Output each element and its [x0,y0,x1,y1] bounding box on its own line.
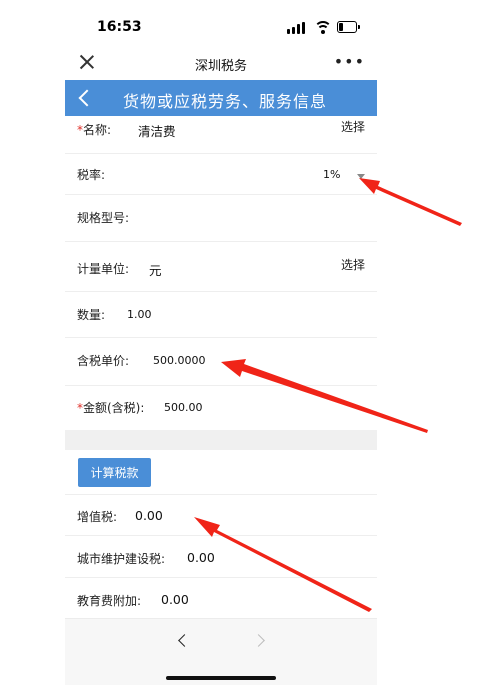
status-time: 16:53 [97,19,142,35]
nav-back-icon[interactable] [173,631,193,651]
city-tax-label: 城市维护建设税: [77,552,166,566]
row-unit-price: 含税单价: 500.0000 [65,338,377,386]
quantity-value[interactable]: 1.00 [127,308,152,321]
row-spec-model[interactable]: 规格型号: [65,195,377,242]
row-city-tax: 城市维护建设税: 0.00 [65,536,377,578]
unit-price-label: 含税单价: [77,354,130,368]
row-name: *名称: 清洁费 选择 [65,116,377,154]
bottom-nav [65,618,377,685]
amount-label: *金额(含税): [77,401,145,415]
name-value[interactable]: 清洁费 [138,121,176,140]
row-unit: 计量单位: 元 选择 [65,242,377,292]
row-amount: *金额(含税): 500.00 [65,386,377,430]
tax-rate-value[interactable]: 1% [323,168,340,181]
vat-label: 增值税: [77,510,118,524]
city-tax-value: 0.00 [187,550,215,565]
phone-screen: 16:53 深圳税务 ••• 货物或应税劳务、服务信息 *名称: 清洁费 选择 … [65,0,377,685]
battery-icon [337,21,360,33]
back-icon[interactable] [75,88,95,108]
section-divider [65,430,377,450]
more-icon[interactable]: ••• [334,52,365,71]
wifi-icon [315,20,331,34]
caret-down-icon[interactable] [357,174,365,179]
unit-label: 计量单位: [77,262,130,276]
app-header: 深圳税务 ••• [65,50,377,80]
edu-surcharge-value: 0.00 [161,592,189,607]
row-vat: 增值税: 0.00 [65,495,377,536]
tax-rate-label: 税率: [77,168,106,182]
app-title: 深圳税务 [194,59,247,74]
home-indicator [166,676,276,680]
unit-select-link[interactable]: 选择 [341,256,365,273]
name-select-link[interactable]: 选择 [341,118,365,135]
page-title: 货物或应税劳务、服务信息 [123,92,328,111]
name-label: *名称: [77,123,112,137]
signal-icon [287,20,309,34]
unit-price-value[interactable]: 500.0000 [153,354,206,367]
row-edu-surcharge: 教育费附加: 0.00 [65,578,377,618]
status-icons [287,20,360,34]
vat-value: 0.00 [135,508,163,523]
edu-surcharge-label: 教育费附加: [77,594,142,608]
nav-forward-icon[interactable] [251,631,271,651]
row-quantity: 数量: 1.00 [65,292,377,338]
row-tax-rate[interactable]: 税率: 1% [65,154,377,195]
spec-model-label: 规格型号: [77,211,130,225]
quantity-label: 数量: [77,308,106,322]
amount-value[interactable]: 500.00 [164,401,203,414]
unit-value[interactable]: 元 [149,260,162,279]
page-header: 货物或应税劳务、服务信息 [65,80,377,116]
calculate-tax-button[interactable]: 计算税款 [78,458,151,487]
status-bar: 16:53 [65,0,377,50]
